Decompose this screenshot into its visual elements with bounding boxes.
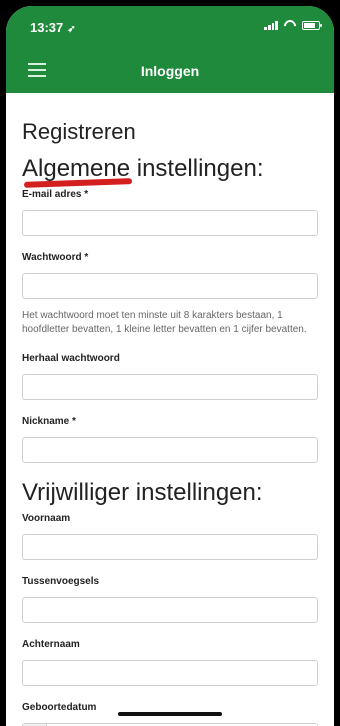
repeat-password-field: Herhaal wachtwoord [22, 353, 318, 400]
form-content: Registreren Algemene instellingen: E-mai… [6, 93, 334, 726]
password-input[interactable] [22, 273, 318, 299]
infix-field: Tussenvoegsels [22, 576, 318, 623]
nickname-label: Nickname * [22, 416, 76, 427]
email-label: E-mail adres * [22, 189, 89, 200]
general-settings-title: Algemene instellingen: [22, 155, 318, 188]
last-name-input[interactable] [22, 660, 318, 686]
nickname-input[interactable] [22, 437, 318, 463]
volunteer-settings-title: Vrijwilliger instellingen: [22, 479, 263, 506]
navbar: Inloggen [6, 51, 334, 91]
first-name-label: Voornaam [22, 513, 71, 524]
status-bar: 13:37 ➶ [6, 6, 334, 46]
password-field: Wachtwoord * Het wachtwoord moet ten min… [22, 252, 318, 337]
last-name-label: Achternaam [22, 639, 80, 650]
infix-input[interactable] [22, 597, 318, 623]
navbar-title: Inloggen [140, 63, 200, 79]
signal-icon [264, 20, 278, 30]
phone-screen: 13:37 ➶ Inloggen Registreren Algemene in… [6, 6, 334, 726]
location-arrow-icon: ➶ [67, 24, 76, 35]
repeat-password-input[interactable] [22, 374, 318, 400]
status-icons [264, 20, 322, 30]
status-time-text: 13:37 [30, 20, 64, 35]
last-name-field: Achternaam [22, 639, 318, 686]
battery-icon [302, 20, 322, 30]
password-label: Wachtwoord * [22, 252, 89, 263]
app-header: 13:37 ➶ Inloggen [6, 6, 334, 93]
nickname-field: Nickname * [22, 416, 318, 463]
email-input[interactable] [22, 210, 318, 236]
repeat-password-label: Herhaal wachtwoord [22, 353, 120, 364]
first-name-field: Voornaam [22, 513, 318, 560]
home-indicator[interactable] [118, 712, 222, 716]
wifi-icon [284, 20, 296, 30]
email-field: E-mail adres * [22, 189, 318, 236]
infix-label: Tussenvoegsels [22, 576, 100, 587]
first-name-input[interactable] [22, 534, 318, 560]
page-title: Registreren [22, 119, 136, 144]
password-help-text: Het wachtwoord moet ten minste uit 8 kar… [22, 310, 307, 335]
general-settings-title-text: Algemene instellingen: [22, 155, 264, 182]
status-time: 13:37 ➶ [30, 20, 76, 35]
